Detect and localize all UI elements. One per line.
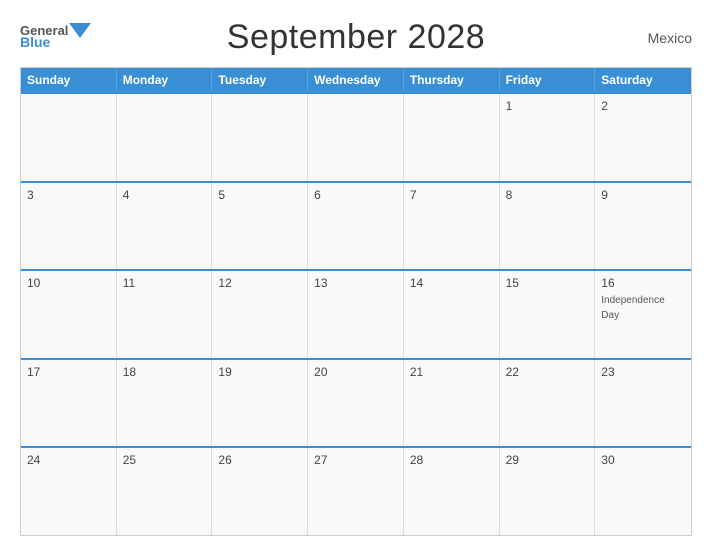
calendar-cell-w5-d4: 28 [404, 448, 500, 535]
calendar-cell-w2-d6: 9 [595, 183, 691, 270]
calendar-cell-w4-d4: 21 [404, 360, 500, 447]
day-number: 7 [410, 188, 493, 202]
calendar-cell-w3-d6: 16 Independence Day [595, 271, 691, 358]
calendar-cell-w4-d6: 23 [595, 360, 691, 447]
day-number: 19 [218, 365, 301, 379]
day-number: 13 [314, 276, 397, 290]
calendar-cell-w2-d5: 8 [500, 183, 596, 270]
calendar-title: September 2028 [130, 18, 582, 57]
day-number: 10 [27, 276, 110, 290]
calendar-cell-w3-d4: 14 [404, 271, 500, 358]
day-number: 16 [601, 276, 685, 290]
day-number: 6 [314, 188, 397, 202]
header-monday: Monday [117, 68, 213, 92]
calendar-cell-w5-d2: 26 [212, 448, 308, 535]
calendar-body: 12345678910111213141516Independence Day1… [21, 92, 691, 535]
calendar-cell-w5-d0: 24 [21, 448, 117, 535]
calendar-cell-w3-d2: 12 [212, 271, 308, 358]
day-number: 22 [506, 365, 589, 379]
header-wednesday: Wednesday [308, 68, 404, 92]
calendar-cell-w1-d1 [117, 94, 213, 181]
calendar-cell-w4-d2: 19 [212, 360, 308, 447]
calendar-cell-w3-d3: 13 [308, 271, 404, 358]
calendar-cell-w3-d5: 15 [500, 271, 596, 358]
calendar-header-row: Sunday Monday Tuesday Wednesday Thursday… [21, 68, 691, 92]
day-number: 15 [506, 276, 589, 290]
calendar-week-1: 12 [21, 92, 691, 181]
logo-flag-icon [69, 23, 91, 38]
calendar-cell-w2-d4: 7 [404, 183, 500, 270]
calendar-cell-w1-d0 [21, 94, 117, 181]
logo: General Blue [20, 24, 130, 51]
day-number: 26 [218, 453, 301, 467]
day-number: 18 [123, 365, 206, 379]
calendar-cell-w5-d3: 27 [308, 448, 404, 535]
day-number: 9 [601, 188, 685, 202]
calendar-cell-w3-d1: 11 [117, 271, 213, 358]
header-thursday: Thursday [404, 68, 500, 92]
calendar-title-area: September 2028 [130, 18, 582, 57]
calendar-cell-w4-d5: 22 [500, 360, 596, 447]
day-number: 20 [314, 365, 397, 379]
day-number: 28 [410, 453, 493, 467]
day-number: 23 [601, 365, 685, 379]
day-number: 24 [27, 453, 110, 467]
day-number: 25 [123, 453, 206, 467]
calendar-cell-w2-d3: 6 [308, 183, 404, 270]
calendar-cell-w4-d0: 17 [21, 360, 117, 447]
day-number: 4 [123, 188, 206, 202]
calendar-cell-w2-d2: 5 [212, 183, 308, 270]
day-number: 8 [506, 188, 589, 202]
day-number: 21 [410, 365, 493, 379]
calendar-cell-w1-d5: 1 [500, 94, 596, 181]
calendar-cell-w1-d6: 2 [595, 94, 691, 181]
day-number: 12 [218, 276, 301, 290]
calendar-page: General Blue September 2028 Mexico Sunda… [0, 0, 712, 550]
header-sunday: Sunday [21, 68, 117, 92]
calendar-cell-w2-d0: 3 [21, 183, 117, 270]
day-number: 14 [410, 276, 493, 290]
calendar-cell-w4-d1: 18 [117, 360, 213, 447]
day-number: 1 [506, 99, 589, 113]
calendar-cell-w2-d1: 4 [117, 183, 213, 270]
calendar-week-4: 17 18 19 20 21 22 23 [21, 358, 691, 447]
calendar-cell-w1-d2 [212, 94, 308, 181]
day-number: 5 [218, 188, 301, 202]
header-saturday: Saturday [595, 68, 691, 92]
calendar-week-2: 3456789 [21, 181, 691, 270]
calendar-cell-w5-d6: 30 [595, 448, 691, 535]
day-number: 29 [506, 453, 589, 467]
calendar-week-3: 10 11 12 13 14 15 16 Independence Day [21, 269, 691, 358]
day-number: 11 [123, 276, 206, 290]
day-number: 17 [27, 365, 110, 379]
day-number: 3 [27, 188, 110, 202]
calendar-grid: Sunday Monday Tuesday Wednesday Thursday… [20, 67, 692, 536]
calendar-cell-w4-d3: 20 [308, 360, 404, 447]
holiday-label: Independence Day [601, 295, 664, 321]
calendar-week-5: 24 25 26 27 28 29 30 [21, 446, 691, 535]
calendar-cell-w1-d4 [404, 94, 500, 181]
country-label: Mexico [582, 30, 692, 46]
header-tuesday: Tuesday [212, 68, 308, 92]
day-number: 2 [601, 99, 685, 113]
calendar-cell-w5-d1: 25 [117, 448, 213, 535]
day-number: 30 [601, 453, 685, 467]
day-number: 27 [314, 453, 397, 467]
header-friday: Friday [500, 68, 596, 92]
calendar-cell-w1-d3 [308, 94, 404, 181]
calendar-cell-w3-d0: 10 [21, 271, 117, 358]
logo-blue-text: Blue [20, 35, 50, 50]
calendar-cell-w5-d5: 29 [500, 448, 596, 535]
page-header: General Blue September 2028 Mexico [20, 18, 692, 57]
